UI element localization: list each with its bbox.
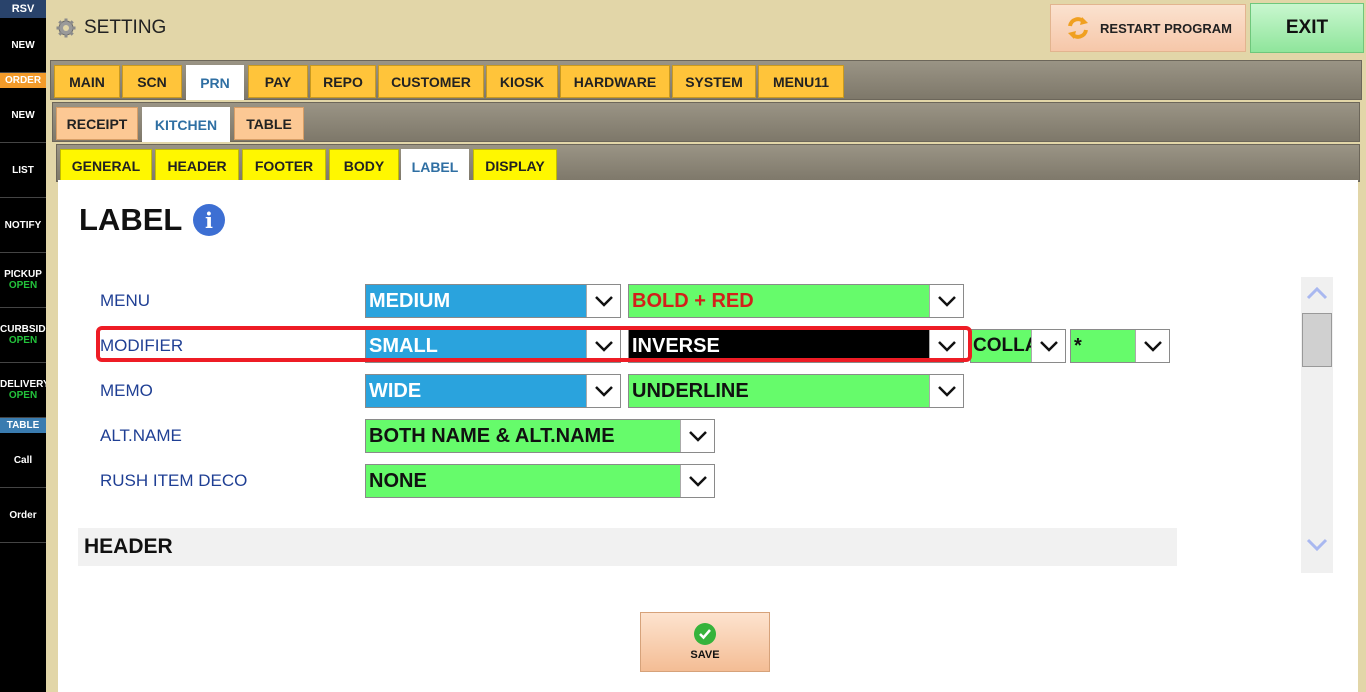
tab-repo[interactable]: REPO xyxy=(310,65,376,98)
tab-hardware[interactable]: HARDWARE xyxy=(560,65,670,98)
gear-icon xyxy=(56,18,76,38)
tab-general[interactable]: GENERAL xyxy=(60,149,152,182)
top-bar: SETTING RESTART PROGRAM EXIT xyxy=(46,0,1366,56)
chevron-down-icon xyxy=(929,375,963,407)
notify-button[interactable]: NOTIFY xyxy=(0,198,46,253)
call-button[interactable]: Call xyxy=(0,433,46,488)
tab-label[interactable]: LABEL xyxy=(401,149,469,184)
alt-name-label: ALT.NAME xyxy=(100,426,182,445)
scroll-down-icon[interactable] xyxy=(1305,537,1329,553)
refresh-icon xyxy=(1068,17,1089,39)
rsv-header: RSV xyxy=(0,0,46,18)
page-title: SETTING xyxy=(84,17,167,38)
tab-table[interactable]: TABLE xyxy=(234,107,304,140)
tab-kitchen[interactable]: KITCHEN xyxy=(142,107,230,142)
main-tab-row: MAIN SCN PRN PAY REPO CUSTOMER KIOSK HAR… xyxy=(50,60,1362,100)
tab-display[interactable]: DISPLAY xyxy=(473,149,557,182)
tab-customer[interactable]: CUSTOMER xyxy=(378,65,484,98)
modifier-collapse-select[interactable]: COLLAPSE xyxy=(970,329,1066,363)
exit-button[interactable]: EXIT xyxy=(1250,3,1364,53)
memo-style-select[interactable]: UNDERLINE xyxy=(628,374,964,408)
chevron-down-icon xyxy=(929,285,963,317)
tab-menu11[interactable]: MENU11 xyxy=(758,65,844,98)
chevron-down-icon xyxy=(680,465,714,497)
scroll-up-icon[interactable] xyxy=(1305,285,1329,301)
rsv-new-button[interactable]: NEW xyxy=(0,18,46,73)
main-panel: MAIN SCN PRN PAY REPO CUSTOMER KIOSK HAR… xyxy=(46,56,1366,692)
content-panel: LABEL i MENU MEDIUM BOLD + RED MODIFIER … xyxy=(58,180,1358,692)
prn-tab-row: RECEIPT KITCHEN TABLE xyxy=(52,102,1360,142)
memo-size-select[interactable]: WIDE xyxy=(365,374,621,408)
order-new-button[interactable]: NEW xyxy=(0,88,46,143)
kitchen-tab-row: GENERAL HEADER FOOTER BODY LABEL DISPLAY xyxy=(56,144,1360,184)
curbside-button[interactable]: CURBSIDE OPEN xyxy=(0,308,46,363)
restart-program-button[interactable]: RESTART PROGRAM xyxy=(1050,4,1246,52)
delivery-button[interactable]: DELIVERY OPEN xyxy=(0,363,46,418)
rush-item-deco-select[interactable]: NONE xyxy=(365,464,715,498)
info-icon[interactable]: i xyxy=(193,204,225,236)
memo-label: MEMO xyxy=(100,381,153,400)
rush-item-deco-label: RUSH ITEM DECO xyxy=(100,471,248,490)
menu-label: MENU xyxy=(100,291,151,310)
scroll-thumb[interactable] xyxy=(1302,313,1332,367)
scrollbar[interactable] xyxy=(1301,277,1333,573)
chevron-down-icon xyxy=(1135,330,1169,362)
tab-prn[interactable]: PRN xyxy=(186,65,244,100)
menu-style-select[interactable]: BOLD + RED xyxy=(628,284,964,318)
tab-footer[interactable]: FOOTER xyxy=(242,149,326,182)
order-button[interactable]: Order xyxy=(0,488,46,543)
tab-kiosk[interactable]: KIOSK xyxy=(486,65,558,98)
section-title: LABEL xyxy=(79,202,183,237)
tab-header[interactable]: HEADER xyxy=(155,149,239,182)
tab-scn[interactable]: SCN xyxy=(122,65,182,98)
header-section-title: HEADER xyxy=(78,528,1177,566)
curbside-status: OPEN xyxy=(8,335,38,346)
table-header: TABLE xyxy=(0,418,46,433)
save-button[interactable]: SAVE xyxy=(640,612,770,672)
highlight-box xyxy=(96,326,972,362)
tab-main[interactable]: MAIN xyxy=(54,65,120,98)
chevron-down-icon xyxy=(586,285,620,317)
delivery-status: OPEN xyxy=(8,390,38,401)
pickup-status: OPEN xyxy=(8,280,38,291)
tab-receipt[interactable]: RECEIPT xyxy=(56,107,138,140)
tab-body[interactable]: BODY xyxy=(329,149,399,182)
order-header: ORDER xyxy=(0,73,46,88)
chevron-down-icon xyxy=(680,420,714,452)
list-button[interactable]: LIST xyxy=(0,143,46,198)
pickup-button[interactable]: PICKUP OPEN xyxy=(0,253,46,308)
chevron-down-icon xyxy=(1031,330,1065,362)
modifier-mark-select[interactable]: * xyxy=(1070,329,1170,363)
chevron-down-icon xyxy=(586,375,620,407)
tab-system[interactable]: SYSTEM xyxy=(672,65,756,98)
check-icon xyxy=(694,623,716,645)
tab-pay[interactable]: PAY xyxy=(248,65,308,98)
left-sidebar: RSV NEW ORDER NEW LIST NOTIFY PICKUP OPE… xyxy=(0,0,46,692)
menu-size-select[interactable]: MEDIUM xyxy=(365,284,621,318)
alt-name-select[interactable]: BOTH NAME & ALT.NAME xyxy=(365,419,715,453)
